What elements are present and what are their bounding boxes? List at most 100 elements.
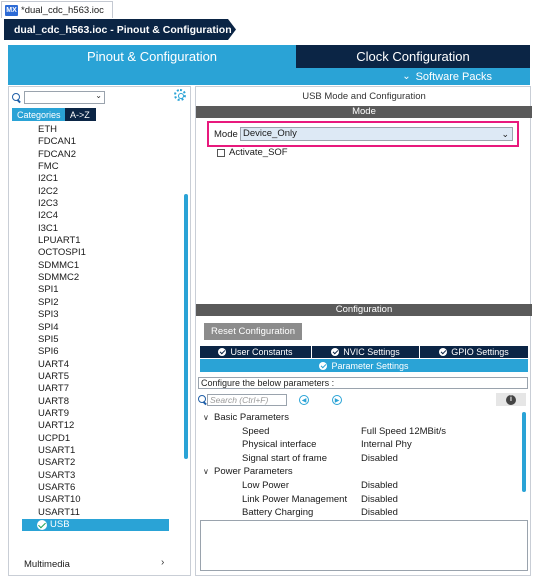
sidebar-item[interactable]: FMC bbox=[9, 161, 179, 173]
main-tab-bar: Pinout & Configuration Clock Configurati… bbox=[8, 45, 530, 68]
sidebar-item[interactable]: USART1 bbox=[9, 445, 179, 457]
sidebar-item-label: USB bbox=[50, 519, 70, 530]
mode-select[interactable]: Device_Only ⌄ bbox=[240, 127, 513, 141]
sidebar-item[interactable]: I2C1 bbox=[9, 173, 179, 185]
sidebar-item[interactable]: I2C4 bbox=[9, 210, 179, 222]
tab-parameter-settings[interactable]: Parameter Settings bbox=[200, 359, 528, 372]
mode-label: Mode bbox=[214, 129, 238, 140]
sidebar-item[interactable]: UCPD1 bbox=[9, 433, 179, 445]
sidebar-item[interactable]: UART7 bbox=[9, 383, 179, 395]
parameter-value[interactable]: Disabled bbox=[361, 506, 398, 520]
parameter-row[interactable]: Link Power Management Disabled bbox=[200, 493, 516, 507]
software-packs-menu[interactable]: ⌄ Software Packs bbox=[402, 68, 492, 85]
sidebar-item[interactable]: SPI6 bbox=[9, 346, 179, 358]
parameter-row[interactable]: Speed Full Speed 12MBit/s bbox=[200, 425, 516, 439]
sidebar-item[interactable]: SPI5 bbox=[9, 334, 179, 346]
activate-sof-row[interactable]: Activate_SOF bbox=[217, 147, 288, 158]
parameter-value[interactable]: Disabled bbox=[361, 479, 398, 493]
tab-nvic-settings[interactable]: NVIC Settings bbox=[312, 346, 420, 358]
parameter-tree: ∨ Basic Parameters Speed Full Speed 12MBit/… bbox=[200, 411, 516, 520]
sidebar-item[interactable]: USART10 bbox=[9, 494, 179, 506]
parameter-value[interactable]: Full Speed 12MBit/s bbox=[361, 425, 446, 439]
info-icon: i bbox=[506, 394, 516, 405]
parameter-search-row: Search (Ctrl+F) ◀ ▶ i bbox=[198, 393, 528, 407]
sidebar-item[interactable]: FDCAN2 bbox=[9, 149, 179, 161]
parameter-row[interactable]: Battery Charging Disabled bbox=[200, 506, 516, 520]
sidebar-item[interactable]: SDMMC1 bbox=[9, 260, 179, 272]
configuration-header: Configuration bbox=[196, 304, 532, 316]
chevron-right-icon[interactable]: › bbox=[161, 557, 164, 568]
sidebar-item[interactable]: SPI4 bbox=[9, 322, 179, 334]
peripheral-sidebar: ⌄ Categories A->Z ETH FDCAN1 FDCAN2 FMC I2C1… bbox=[8, 86, 191, 576]
sidebar-item[interactable]: UART12 bbox=[9, 420, 179, 432]
tab-label: GPIO Settings bbox=[451, 347, 509, 357]
search-combo[interactable]: ⌄ bbox=[24, 91, 105, 104]
sidebar-item[interactable]: USART11 bbox=[9, 507, 179, 519]
parameter-row[interactable]: Physical interface Internal Phy bbox=[200, 438, 516, 452]
parameter-description-box bbox=[200, 520, 528, 571]
tab-a-z[interactable]: A->Z bbox=[65, 108, 96, 121]
sidebar-item[interactable]: ETH bbox=[9, 124, 179, 136]
parameter-name: Physical interface bbox=[242, 439, 317, 451]
parameter-search-input[interactable]: Search (Ctrl+F) bbox=[207, 394, 287, 406]
sidebar-item[interactable]: UART5 bbox=[9, 371, 179, 383]
sidebar-item[interactable]: I3C1 bbox=[9, 223, 179, 235]
parameter-value[interactable]: Disabled bbox=[361, 452, 398, 466]
activate-sof-checkbox[interactable] bbox=[217, 148, 225, 157]
sidebar-scrollbar[interactable] bbox=[184, 194, 188, 459]
sidebar-item[interactable]: UART4 bbox=[9, 359, 179, 371]
info-button[interactable]: i bbox=[496, 393, 526, 406]
tab-clock-configuration[interactable]: Clock Configuration bbox=[296, 45, 530, 68]
parameter-group[interactable]: ∨ Basic Parameters bbox=[200, 411, 516, 425]
sidebar-item[interactable]: I2C3 bbox=[9, 198, 179, 210]
tab-gpio-settings[interactable]: GPIO Settings bbox=[420, 346, 528, 358]
mx-file-icon: MX bbox=[5, 4, 18, 16]
parameter-scrollbar[interactable] bbox=[522, 412, 526, 492]
tab-categories[interactable]: Categories bbox=[12, 108, 65, 121]
breadcrumb-item[interactable]: dual_cdc_h563.ioc - Pinout & Configurati… bbox=[4, 19, 236, 40]
tab-pinout-configuration[interactable]: Pinout & Configuration bbox=[8, 45, 296, 68]
tab-user-constants[interactable]: User Constants bbox=[200, 346, 312, 358]
sidebar-item[interactable]: LPUART1 bbox=[9, 235, 179, 247]
gear-icon[interactable] bbox=[174, 89, 186, 101]
chevron-down-icon[interactable]: ∨ bbox=[203, 465, 209, 479]
software-packs-bar: ⌄ Software Packs bbox=[8, 68, 530, 85]
sidebar-item[interactable]: SPI2 bbox=[9, 297, 179, 309]
sidebar-item[interactable]: USART3 bbox=[9, 470, 179, 482]
sidebar-item-usb[interactable]: USB bbox=[22, 519, 169, 532]
sidebar-search-row: ⌄ bbox=[12, 90, 105, 105]
sidebar-item[interactable]: USART6 bbox=[9, 482, 179, 494]
software-packs-label: Software Packs bbox=[415, 70, 492, 83]
sidebar-item[interactable]: OCTOSPI1 bbox=[9, 247, 179, 259]
reset-configuration-button[interactable]: Reset Configuration bbox=[204, 323, 302, 340]
sidebar-item[interactable]: USART2 bbox=[9, 457, 179, 469]
category-multimedia[interactable]: Multimedia bbox=[24, 559, 70, 570]
parameter-row[interactable]: Low Power Disabled bbox=[200, 479, 516, 493]
parameter-value[interactable]: Disabled bbox=[361, 493, 398, 507]
file-tab[interactable]: MX *dual_cdc_h563.ioc bbox=[1, 1, 113, 18]
sidebar-item[interactable]: FDCAN1 bbox=[9, 136, 179, 148]
search-next-button[interactable]: ▶ bbox=[332, 395, 342, 405]
check-icon bbox=[319, 361, 328, 370]
activate-sof-label: Activate_SOF bbox=[229, 147, 288, 158]
config-tabs: User Constants NVIC Settings GPIO Settin… bbox=[200, 346, 528, 358]
parameter-group[interactable]: ∨ Power Parameters bbox=[200, 465, 516, 479]
peripheral-list: ETH FDCAN1 FDCAN2 FMC I2C1 I2C2 I2C3 I2C4 I3C1 LP… bbox=[9, 124, 179, 532]
tab-label: Parameter Settings bbox=[331, 360, 409, 371]
parameter-row[interactable]: Signal start of frame Disabled bbox=[200, 452, 516, 466]
parameter-name: Low Power bbox=[242, 479, 289, 491]
mode-highlight-box: Mode Device_Only ⌄ bbox=[207, 121, 519, 147]
sidebar-item[interactable]: I2C2 bbox=[9, 186, 179, 198]
parameter-name: Link Power Management bbox=[242, 493, 348, 505]
tab-label: NVIC Settings bbox=[343, 347, 400, 357]
sidebar-item[interactable]: SPI1 bbox=[9, 284, 179, 296]
chevron-down-icon: ⌄ bbox=[501, 129, 509, 139]
chevron-down-icon[interactable]: ∨ bbox=[203, 411, 209, 425]
sidebar-item[interactable]: SDMMC2 bbox=[9, 272, 179, 284]
sidebar-item[interactable]: SPI3 bbox=[9, 309, 179, 321]
sidebar-item[interactable]: UART8 bbox=[9, 396, 179, 408]
search-previous-button[interactable]: ◀ bbox=[299, 395, 309, 405]
sidebar-item[interactable]: UART9 bbox=[9, 408, 179, 420]
parameter-value[interactable]: Internal Phy bbox=[361, 438, 412, 452]
search-icon bbox=[12, 92, 22, 103]
